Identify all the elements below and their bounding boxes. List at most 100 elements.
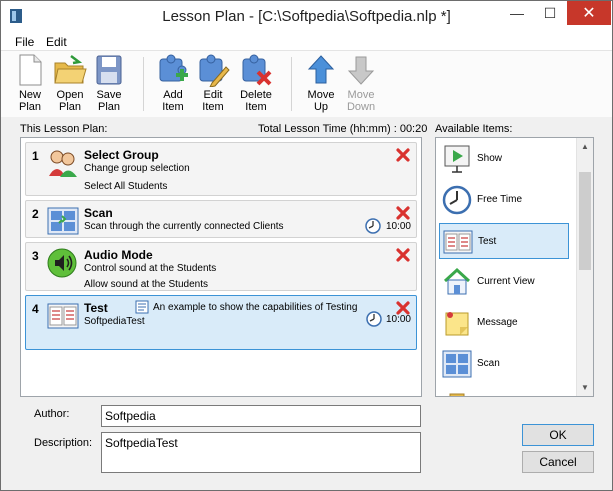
clock-icon (365, 218, 381, 234)
item-description: Scan through the currently connected Cli… (84, 221, 284, 232)
available-items-scrollbar[interactable]: ▲ ▼ (576, 138, 593, 396)
item-detail: Allow sound at the Students (84, 279, 208, 290)
author-label: Author: (34, 408, 70, 420)
note-document-icon (135, 300, 149, 314)
move-up-button[interactable]: Move Up (299, 53, 343, 115)
arrow-up-icon (307, 55, 335, 84)
item-title: Select Group (84, 148, 159, 162)
add-item-label: Add Item (162, 89, 184, 113)
add-item-button[interactable]: Add Item (151, 53, 195, 115)
item-note: An example to show the capabilities of T… (153, 302, 358, 313)
available-items-label: Available Items: (435, 123, 513, 135)
available-item[interactable]: Free Time (439, 182, 569, 218)
close-button[interactable]: ✕ (567, 1, 611, 25)
edit-item-label: Edit Item (202, 89, 224, 113)
item-description: Control sound at the Students (84, 263, 217, 274)
available-item-label: Message (477, 317, 518, 328)
add-puzzle-icon (159, 54, 188, 82)
item-title: Scan (84, 206, 113, 220)
lesson-item-selected[interactable]: 4 Test An example to show the capabiliti… (25, 295, 417, 350)
delete-icon[interactable] (396, 148, 410, 162)
edit-puzzle-icon (199, 54, 230, 87)
description-field[interactable]: SoftpediaTest (101, 432, 421, 473)
menu-edit[interactable]: Edit (46, 35, 67, 49)
delete-icon[interactable] (396, 206, 410, 220)
note-icon (445, 312, 469, 336)
open-folder-icon (54, 55, 87, 84)
open-plan-label: Open Plan (56, 89, 84, 113)
item-detail: Select All Students (84, 181, 168, 192)
partial-item-icon (449, 393, 465, 396)
menu-bar: File Edit (1, 32, 612, 51)
test-icon (443, 230, 473, 254)
new-plan-button[interactable]: New Plan (8, 53, 52, 115)
item-number: 1 (32, 149, 39, 163)
test-icon (47, 303, 79, 329)
arrow-down-icon (347, 56, 375, 85)
toolbar: New Plan Open Plan Save Plan Add Item Ed… (1, 51, 612, 117)
open-plan-button[interactable]: Open Plan (48, 53, 92, 115)
save-plan-label: Save Plan (96, 89, 122, 113)
item-duration: 10:00 (385, 314, 411, 325)
delete-item-label: Delete Item (240, 89, 272, 113)
author-field[interactable]: Softpedia (101, 405, 421, 427)
clock-icon (442, 185, 472, 215)
lesson-item[interactable]: 3 Audio Mode Control sound at the Studen… (25, 242, 417, 291)
house-icon (443, 267, 471, 295)
item-number: 2 (32, 207, 39, 221)
edit-item-button[interactable]: Edit Item (191, 53, 235, 115)
available-item-label: Free Time (477, 194, 523, 205)
available-item-label: Current View (477, 276, 535, 287)
scan-icon (442, 350, 472, 378)
available-item[interactable]: Show (439, 141, 569, 177)
move-down-button[interactable]: Move Down (339, 53, 383, 115)
move-up-label: Move Up (307, 89, 335, 113)
delete-item-button[interactable]: Delete Item (234, 53, 278, 115)
new-plan-label: New Plan (18, 89, 42, 113)
delete-icon[interactable] (396, 301, 410, 315)
title-bar: Lesson Plan - [C:\Softpedia\Softpedia.nl… (1, 1, 612, 32)
maximize-button[interactable]: ☐ (535, 1, 565, 25)
scroll-up-button[interactable]: ▲ (577, 138, 593, 155)
description-label: Description: (34, 437, 93, 449)
toolbar-separator (291, 57, 292, 111)
available-item[interactable]: Scan (439, 346, 569, 382)
menu-file[interactable]: File (15, 35, 34, 49)
available-item-label: Scan (477, 358, 500, 369)
speaker-icon (47, 248, 77, 278)
delete-icon[interactable] (396, 248, 410, 262)
item-duration: 10:00 (385, 221, 411, 232)
available-items-list[interactable]: Show Free Time Test Current View Message… (435, 137, 594, 397)
scroll-down-button[interactable]: ▼ (577, 379, 593, 396)
select-group-icon (49, 150, 77, 177)
available-item-label: Test (478, 236, 497, 247)
item-title: Audio Mode (84, 248, 153, 262)
save-plan-button[interactable]: Save Plan (87, 53, 131, 115)
available-item-partial[interactable] (439, 387, 569, 396)
new-document-icon (19, 54, 42, 86)
available-item[interactable]: Current View (439, 264, 569, 300)
cancel-button[interactable]: Cancel (522, 451, 594, 473)
item-description: Change group selection (84, 163, 190, 174)
minimize-button[interactable]: — (502, 1, 532, 25)
lesson-item[interactable]: 2 Scan Scan through the currently connec… (25, 200, 417, 238)
available-item-selected[interactable]: Test (439, 223, 569, 259)
move-down-label: Move Down (346, 89, 376, 113)
item-number: 3 (32, 249, 39, 263)
delete-puzzle-icon (242, 54, 272, 86)
lesson-plan-list[interactable]: 1 Select Group Change group selection Se… (20, 137, 422, 397)
lesson-item[interactable]: 1 Select Group Change group selection Se… (25, 142, 417, 196)
ok-button[interactable]: OK (522, 424, 594, 446)
show-icon (444, 145, 470, 173)
item-description: SoftpediaTest (84, 316, 145, 327)
lesson-plan-label: This Lesson Plan: (20, 123, 108, 135)
scan-icon (47, 207, 79, 235)
clock-icon (366, 311, 382, 327)
item-number: 4 (32, 302, 39, 316)
scroll-thumb[interactable] (579, 172, 591, 270)
total-time-label: Total Lesson Time (hh:mm) : 00:20 (258, 123, 428, 135)
available-item[interactable]: Message (439, 305, 569, 341)
floppy-disk-icon (96, 55, 122, 85)
toolbar-separator (143, 57, 144, 111)
lesson-plan-window: Lesson Plan - [C:\Softpedia\Softpedia.nl… (0, 0, 613, 491)
